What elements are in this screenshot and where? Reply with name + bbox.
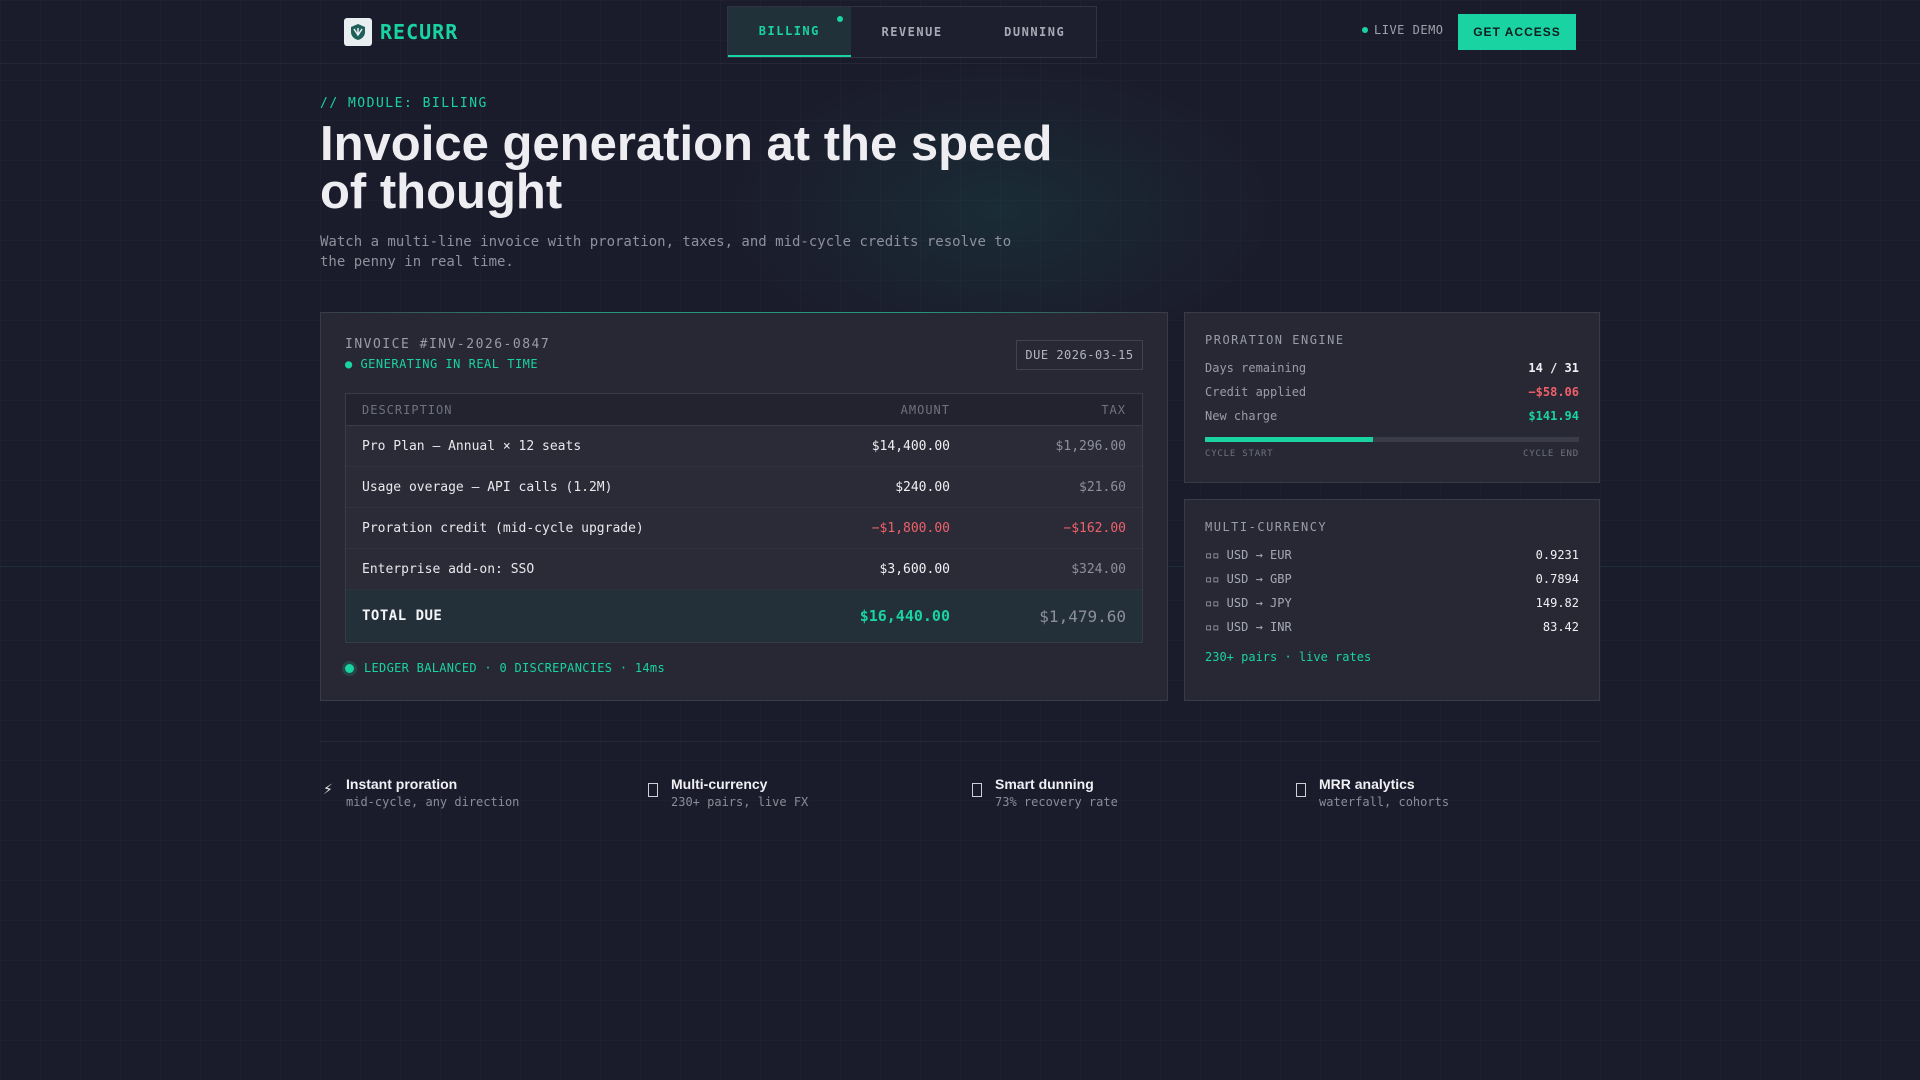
tab-label: BILLING [758, 24, 820, 38]
box-icon [645, 778, 661, 798]
tab-billing[interactable]: BILLING [728, 7, 851, 57]
currency-pair: ▫▫ USD → INR [1205, 620, 1292, 634]
line-tax: $324.00 [1071, 561, 1126, 577]
module-label: // MODULE: BILLING [320, 96, 488, 111]
shield-icon [344, 18, 372, 46]
row-value: 14 / 31 [1528, 361, 1579, 375]
panel-title: PRORATION ENGINE [1205, 333, 1345, 347]
column-header-amount: AMOUNT [900, 402, 950, 417]
table-row: Proration credit (mid-cycle upgrade) −$1… [346, 508, 1142, 549]
due-date-badge: DUE 2026-03-15 [1016, 340, 1143, 370]
section-divider [320, 741, 1600, 742]
currency-pair: ▫▫ USD → JPY [1205, 596, 1292, 610]
row-label: New charge [1205, 409, 1278, 423]
total-tax: $1,479.60 [1039, 606, 1126, 626]
panel-title: MULTI-CURRENCY [1205, 520, 1328, 534]
top-navigation-bar: RECURR BILLING REVENUE DUNNING LIVE DEMO… [0, 0, 1920, 64]
page-title: Invoice generation at the speed of thoug… [320, 117, 1053, 219]
invoice-id: INVOICE #INV-2026-0847 [345, 337, 551, 352]
feature-instant-proration: ⚡︎ Instant proration mid-cycle, any dire… [320, 776, 519, 809]
feature-mrr-analytics: MRR analytics waterfall, cohorts [1293, 776, 1449, 809]
box-icon [969, 778, 985, 798]
fx-row: ▫▫ USD → INR 83.42 [1205, 620, 1579, 634]
feature-subtitle: 230+ pairs, live FX [671, 795, 809, 809]
active-indicator-dot [836, 16, 843, 22]
cycle-progress-bar [1205, 437, 1579, 442]
exchange-rate: 83.42 [1542, 620, 1579, 634]
column-header-description: DESCRIPTION [362, 402, 453, 417]
brand-logo[interactable]: RECURR [344, 18, 458, 46]
tab-revenue[interactable]: REVENUE [851, 7, 974, 57]
total-label: TOTAL DUE [362, 608, 443, 624]
live-rates-link[interactable]: 230+ pairs · live rates [1205, 650, 1371, 664]
live-demo-indicator[interactable]: LIVE DEMO [1362, 23, 1444, 37]
exchange-rate: 149.82 [1535, 596, 1579, 610]
column-header-tax: TAX [1101, 402, 1126, 417]
line-amount: $14,400.00 [871, 438, 950, 454]
row-value: −$58.06 [1528, 385, 1579, 399]
total-amount: $16,440.00 [859, 607, 950, 625]
line-amount: $240.00 [895, 479, 950, 495]
new-charge-row: New charge $141.94 [1205, 409, 1579, 423]
ledger-status-text: LEDGER BALANCED · 0 DISCREPANCIES · 14ms [364, 661, 665, 675]
feature-title: Multi-currency [671, 776, 768, 792]
line-amount: −$1,800.00 [871, 520, 950, 536]
line-tax: −$162.00 [1063, 520, 1126, 536]
ledger-status-dot [345, 663, 354, 673]
line-description: Proration credit (mid-cycle upgrade) [362, 520, 644, 536]
line-description: Pro Plan — Annual × 12 seats [362, 438, 582, 454]
tab-label: DUNNING [1004, 25, 1066, 39]
feature-title: Instant proration [346, 776, 458, 792]
currency-pair: ▫▫ USD → EUR [1205, 548, 1292, 562]
feature-subtitle: waterfall, cohorts [1319, 795, 1450, 809]
feature-smart-dunning: Smart dunning 73% recovery rate [969, 776, 1118, 809]
table-header: DESCRIPTION AMOUNT TAX [346, 394, 1142, 426]
feature-subtitle: mid-cycle, any direction [346, 795, 520, 809]
lightning-icon: ⚡︎ [323, 778, 333, 798]
proration-engine-panel: PRORATION ENGINE Days remaining 14 / 31 … [1184, 312, 1600, 483]
line-amount: $3,600.00 [879, 561, 950, 577]
line-tax: $21.60 [1079, 479, 1126, 495]
live-demo-label: LIVE DEMO [1374, 23, 1444, 37]
line-description: Enterprise add-on: SSO [362, 561, 535, 577]
ledger-status: LEDGER BALANCED · 0 DISCREPANCIES · 14ms [345, 661, 665, 675]
multi-currency-panel: MULTI-CURRENCY ▫▫ USD → EUR 0.9231 ▫▫ US… [1184, 499, 1600, 701]
feature-multi-currency: Multi-currency 230+ pairs, live FX [645, 776, 808, 809]
currency-pair: ▫▫ USD → GBP [1205, 572, 1292, 586]
cycle-start-label: CYCLE START [1205, 449, 1274, 459]
table-row: Pro Plan — Annual × 12 seats $14,400.00 … [346, 426, 1142, 467]
invoice-panel: INVOICE #INV-2026-0847 ● GENERATING IN R… [320, 312, 1168, 701]
page-subtitle: Watch a multi-line invoice with proratio… [320, 234, 1012, 270]
exchange-rate: 0.9231 [1535, 548, 1579, 562]
table-row: Usage overage — API calls (1.2M) $240.00… [346, 467, 1142, 508]
total-row: TOTAL DUE $16,440.00 $1,479.60 [346, 590, 1142, 642]
brand-name: RECURR [380, 20, 459, 44]
cycle-progress-fill [1205, 437, 1374, 442]
cycle-end-label: CYCLE END [1523, 449, 1579, 459]
line-description: Usage overage — API calls (1.2M) [362, 479, 613, 495]
box-icon [1293, 778, 1309, 798]
fx-row: ▫▫ USD → EUR 0.9231 [1205, 548, 1579, 562]
table-row: Enterprise add-on: SSO $3,600.00 $324.00 [346, 549, 1142, 590]
row-label: Days remaining [1205, 361, 1307, 375]
feature-title: MRR analytics [1319, 776, 1415, 792]
exchange-rate: 0.7894 [1535, 572, 1579, 586]
get-access-button[interactable]: GET ACCESS [1458, 14, 1576, 50]
tab-dunning[interactable]: DUNNING [973, 7, 1096, 57]
days-remaining-row: Days remaining 14 / 31 [1205, 361, 1579, 375]
row-value: $141.94 [1528, 409, 1579, 423]
module-tabs: BILLING REVENUE DUNNING [727, 6, 1097, 58]
invoice-table: DESCRIPTION AMOUNT TAX Pro Plan — Annual… [345, 393, 1143, 643]
row-label: Credit applied [1205, 385, 1307, 399]
credit-applied-row: Credit applied −$58.06 [1205, 385, 1579, 399]
feature-subtitle: 73% recovery rate [995, 795, 1118, 809]
fx-row: ▫▫ USD → GBP 0.7894 [1205, 572, 1579, 586]
live-status-dot [1362, 27, 1368, 33]
tab-label: REVENUE [881, 25, 943, 39]
feature-title: Smart dunning [995, 776, 1094, 792]
fx-row: ▫▫ USD → JPY 149.82 [1205, 596, 1579, 610]
invoice-status: ● GENERATING IN REAL TIME [345, 357, 539, 371]
line-tax: $1,296.00 [1055, 438, 1126, 454]
